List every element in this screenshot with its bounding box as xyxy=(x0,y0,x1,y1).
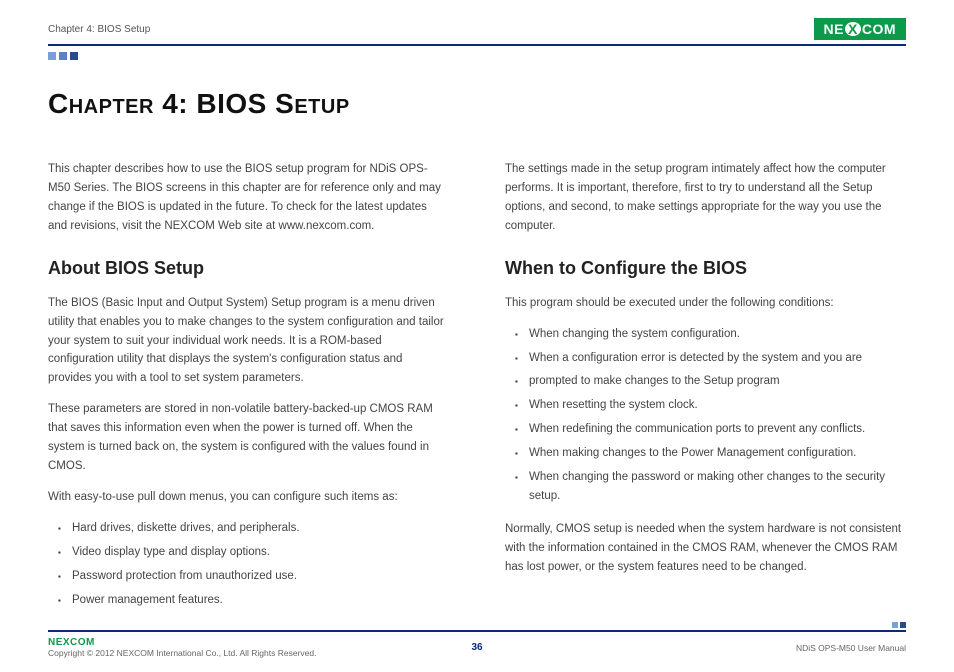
page-title: Chapter 4: BIOS Setup xyxy=(48,88,906,120)
square-icon xyxy=(892,622,898,628)
square-icon xyxy=(900,622,906,628)
chapter-label: Chapter 4: BIOS Setup xyxy=(48,24,150,35)
list-item: Password protection from unauthorized us… xyxy=(58,567,449,586)
square-icon xyxy=(70,52,78,60)
footer-logo: NEXCOM xyxy=(48,637,316,648)
list-item: When making changes to the Power Managem… xyxy=(515,444,906,463)
manual-name: NDiS OPS-M50 User Manual xyxy=(796,643,906,653)
list-item: Power management features. xyxy=(58,591,449,610)
square-icon xyxy=(59,52,67,60)
list-item: When changing the password or making oth… xyxy=(515,468,906,506)
about-p2: These parameters are stored in non-volat… xyxy=(48,400,449,476)
about-p3: With easy-to-use pull down menus, you ca… xyxy=(48,488,449,507)
page-number: 36 xyxy=(471,642,482,653)
footer-squares xyxy=(892,622,906,628)
right-column: The settings made in the setup program i… xyxy=(505,160,906,624)
when-p1: This program should be executed under th… xyxy=(505,294,906,313)
intro-paragraph: This chapter describes how to use the BI… xyxy=(48,160,449,236)
logo-x-icon: X xyxy=(845,22,861,36)
about-p1: The BIOS (Basic Input and Output System)… xyxy=(48,294,449,389)
list-item: When a configuration error is detected b… xyxy=(515,349,906,368)
list-item: Video display type and display options. xyxy=(58,543,449,562)
logo-right: COM xyxy=(862,21,896,37)
brand-logo: NEXCOM xyxy=(814,18,906,40)
list-item: When resetting the system clock. xyxy=(515,396,906,415)
settings-paragraph: The settings made in the setup program i… xyxy=(505,160,906,236)
left-column: This chapter describes how to use the BI… xyxy=(48,160,449,624)
decorative-squares xyxy=(48,52,906,60)
heading-when: When to Configure the BIOS xyxy=(505,254,906,284)
copyright-text: Copyright © 2012 NEXCOM International Co… xyxy=(48,648,316,658)
list-item: When changing the system configuration. xyxy=(515,325,906,344)
when-p2: Normally, CMOS setup is needed when the … xyxy=(505,520,906,577)
square-icon xyxy=(48,52,56,60)
heading-about: About BIOS Setup xyxy=(48,254,449,284)
list-item: When redefining the communication ports … xyxy=(515,420,906,439)
when-list: When changing the system configuration. … xyxy=(515,325,906,507)
footer-rule xyxy=(48,630,906,632)
header-rule xyxy=(48,44,906,46)
list-item: prompted to make changes to the Setup pr… xyxy=(515,372,906,391)
list-item: Hard drives, diskette drives, and periph… xyxy=(58,519,449,538)
logo-left: NE xyxy=(824,21,844,37)
about-list: Hard drives, diskette drives, and periph… xyxy=(58,519,449,610)
